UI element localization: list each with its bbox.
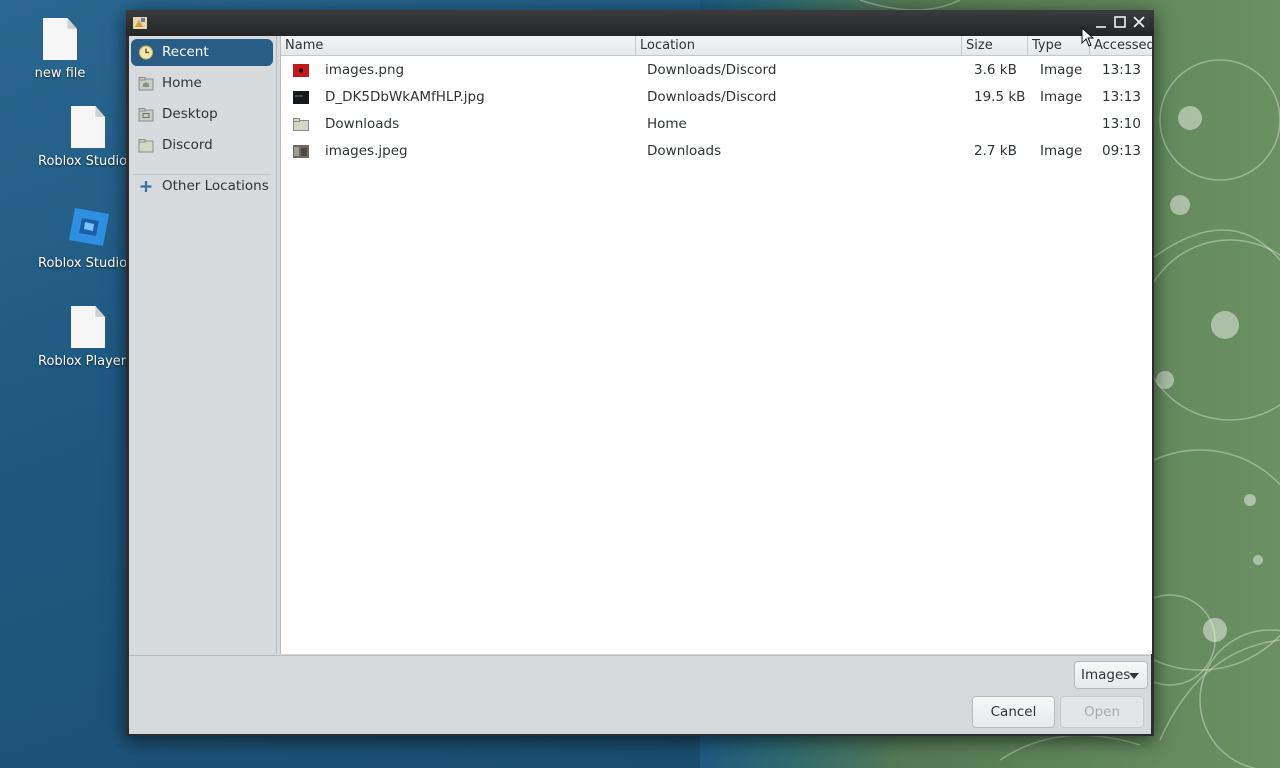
clock-icon xyxy=(139,45,153,60)
roblox-studio-icon xyxy=(69,208,109,246)
sidebar-item-label: Desktop xyxy=(162,106,218,122)
maximize-button[interactable] xyxy=(1111,13,1129,31)
file-accessed: 13:10 xyxy=(1102,116,1141,132)
photo-thumb-icon xyxy=(293,145,309,158)
desktop-icon-label: new file xyxy=(34,66,86,81)
open-button[interactable]: Open xyxy=(1060,696,1144,728)
file-icon xyxy=(71,306,105,348)
folder-icon xyxy=(293,118,309,131)
app-icon xyxy=(133,17,147,29)
desktop-folder-icon xyxy=(138,108,154,122)
desktop-icon-roblox-studio-file[interactable]: Roblox Studio. xyxy=(38,106,138,169)
file-name: images.jpeg xyxy=(325,143,408,159)
file-icon xyxy=(71,106,105,148)
red-image-thumb-icon xyxy=(293,64,309,77)
mouse-cursor-icon xyxy=(1081,27,1095,47)
file-location: Downloads xyxy=(647,143,722,159)
action-bar: Images Cancel Open xyxy=(129,655,1151,734)
plus-icon xyxy=(140,181,152,192)
chevron-down-icon xyxy=(1129,673,1139,679)
maximize-icon xyxy=(1114,16,1126,28)
file-list: Name Location Size Type Accessed images.… xyxy=(280,36,1152,654)
close-button[interactable] xyxy=(1130,13,1148,31)
desktop-icon-new-file[interactable]: new file xyxy=(10,18,110,81)
file-size: 19.5 kB xyxy=(974,89,1026,105)
file-accessed: 09:13 xyxy=(1102,143,1141,159)
title-bar[interactable] xyxy=(126,10,1154,36)
file-size: 2.7 kB xyxy=(974,143,1017,159)
column-header-location[interactable]: Location xyxy=(636,36,962,56)
file-name: images.png xyxy=(325,62,405,78)
file-row[interactable]: D_DK5DbWkAMfHLP.jpg Downloads/Discord 19… xyxy=(281,84,1152,111)
home-folder-icon xyxy=(138,77,154,91)
file-icon xyxy=(43,18,77,60)
sidebar-item-recent[interactable]: Recent xyxy=(131,39,273,66)
file-location: Downloads/Discord xyxy=(647,89,777,105)
sidebar-item-other-locations[interactable]: Other Locations xyxy=(131,173,273,200)
dialog-content: Recent Home Desktop Discord Other Locati… xyxy=(129,36,1152,734)
desktop-icon-label: Roblox Player. xyxy=(38,354,126,369)
file-type: Image xyxy=(1040,62,1083,78)
file-size: 3.6 kB xyxy=(974,62,1017,78)
cancel-button[interactable]: Cancel xyxy=(972,696,1055,728)
file-location: Home xyxy=(647,116,687,132)
file-row[interactable]: Downloads Home 13:10 xyxy=(281,111,1152,138)
desktop-icon-roblox-player-file[interactable]: Roblox Player. xyxy=(38,306,138,369)
file-location: Downloads/Discord xyxy=(647,62,777,78)
file-name: Downloads xyxy=(325,116,400,132)
sidebar-item-home[interactable]: Home xyxy=(131,70,273,97)
close-icon xyxy=(1133,16,1145,28)
sidebar-item-label: Recent xyxy=(162,44,209,60)
file-accessed: 13:13 xyxy=(1102,62,1141,78)
file-name: D_DK5DbWkAMfHLP.jpg xyxy=(325,89,485,105)
desktop-icon-roblox-studio[interactable]: Roblox Studio xyxy=(38,204,138,271)
file-chooser-dialog: Recent Home Desktop Discord Other Locati… xyxy=(126,10,1154,736)
desktop-icon-label: Roblox Studio. xyxy=(38,154,126,169)
column-header-size[interactable]: Size xyxy=(962,36,1028,56)
file-accessed: 13:13 xyxy=(1102,89,1141,105)
sidebar-item-label: Discord xyxy=(162,137,213,153)
sidebar-item-discord[interactable]: Discord xyxy=(131,132,273,159)
filter-label: Images xyxy=(1081,667,1131,683)
file-row[interactable]: images.png Downloads/Discord 3.6 kB Imag… xyxy=(281,57,1152,84)
column-header-name[interactable]: Name xyxy=(281,36,636,56)
file-type: Image xyxy=(1040,89,1083,105)
desktop-icon-label: Roblox Studio xyxy=(38,256,126,271)
sidebar-item-label: Home xyxy=(162,75,202,91)
column-header-accessed[interactable]: Accessed xyxy=(1090,36,1152,56)
places-sidebar: Recent Home Desktop Discord Other Locati… xyxy=(129,36,277,654)
file-type-filter-dropdown[interactable]: Images xyxy=(1074,661,1148,689)
file-row[interactable]: images.jpeg Downloads 2.7 kB Image 09:13 xyxy=(281,138,1152,165)
sidebar-item-label: Other Locations xyxy=(162,178,269,194)
sidebar-item-desktop[interactable]: Desktop xyxy=(131,101,273,128)
file-type: Image xyxy=(1040,143,1083,159)
dark-image-thumb-icon xyxy=(293,91,309,104)
folder-icon xyxy=(138,139,154,153)
